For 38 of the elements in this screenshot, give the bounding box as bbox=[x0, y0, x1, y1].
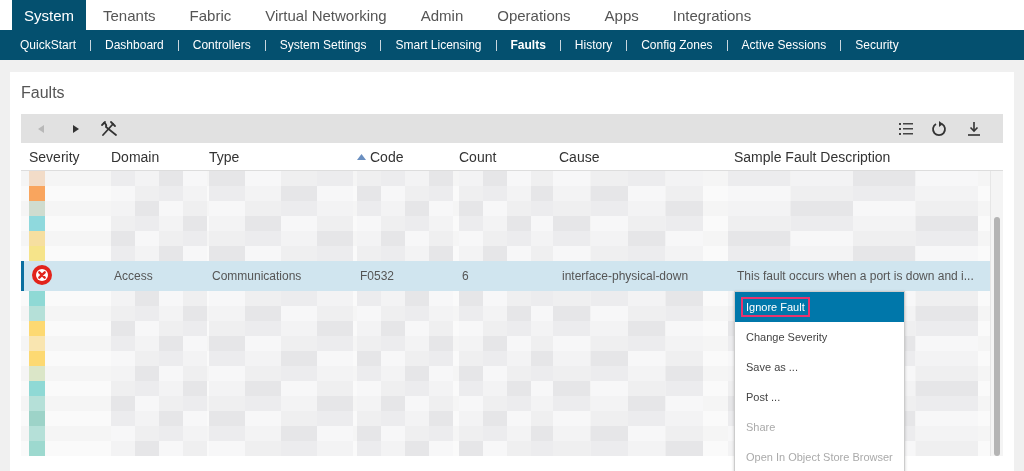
nav-tab[interactable]: Integrations bbox=[655, 0, 769, 30]
nav-tab[interactable]: Operations bbox=[480, 0, 588, 30]
column-header[interactable]: Code bbox=[349, 148, 451, 165]
column-header[interactable]: Type bbox=[201, 148, 349, 165]
column-header[interactable]: Sample Fault Description bbox=[726, 148, 1003, 165]
nav-tab[interactable]: Tenants bbox=[86, 0, 173, 30]
subnav-tab[interactable]: Config Zones bbox=[626, 39, 727, 51]
subnav-tab[interactable]: Active Sessions bbox=[726, 39, 841, 51]
nav-tab[interactable]: Admin bbox=[403, 0, 481, 30]
menu-item[interactable]: Post ... bbox=[735, 382, 904, 412]
menu-item[interactable]: Change Severity bbox=[735, 322, 904, 352]
panel-title: Faults bbox=[21, 83, 66, 103]
column-header[interactable]: Cause bbox=[551, 148, 726, 165]
subnav-tab[interactable]: Security bbox=[840, 39, 913, 51]
table-row[interactable]: Access Communications F0532 6 interface-physical-down This fault occurs when a port is down and i... bbox=[21, 261, 990, 291]
subnav-tab[interactable]: Faults bbox=[495, 39, 560, 51]
subnav-tab[interactable]: Smart Licensing bbox=[380, 39, 496, 51]
subnav-tab[interactable]: System Settings bbox=[264, 39, 381, 51]
subnav-tab[interactable]: Dashboard bbox=[90, 39, 178, 51]
column-header[interactable]: Domain bbox=[103, 148, 201, 165]
table-cell-text: Access bbox=[113, 269, 154, 283]
nav-tab[interactable]: Fabric bbox=[172, 0, 249, 30]
scrollbar[interactable] bbox=[990, 171, 1003, 456]
subnav-tab[interactable]: Controllers bbox=[177, 39, 265, 51]
menu-item[interactable]: Ignore Fault bbox=[735, 292, 904, 322]
nav-tab[interactable]: Apps bbox=[587, 0, 656, 30]
table-cell-text: 6 bbox=[461, 269, 470, 283]
subnav-tab[interactable]: QuickStart bbox=[8, 39, 90, 51]
column-header[interactable]: Severity bbox=[21, 148, 103, 165]
subnav-tab[interactable]: History bbox=[559, 39, 627, 51]
table-cell-text: interface-physical-down bbox=[561, 269, 690, 283]
menu-item[interactable]: Save as ... bbox=[735, 352, 904, 382]
table-cell-text: Communications bbox=[211, 269, 303, 283]
table-cell-text: F0532 bbox=[359, 269, 396, 283]
nav-tab[interactable]: Virtual Networking bbox=[248, 0, 404, 30]
table-cell-text: This fault occurs when a port is down and i... bbox=[736, 269, 975, 283]
column-header[interactable]: Count bbox=[451, 148, 551, 165]
nav-tab[interactable]: System bbox=[12, 0, 86, 30]
